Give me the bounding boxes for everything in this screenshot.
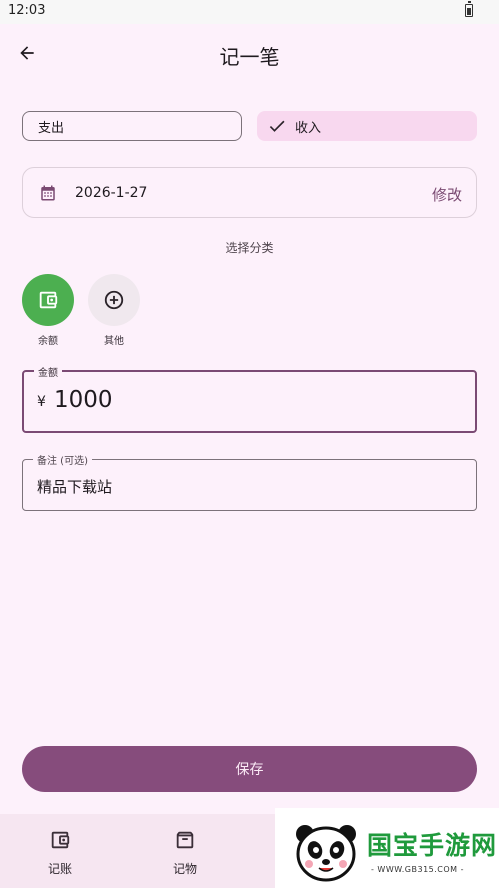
category-section-label: 选择分类 (225, 241, 274, 255)
wallet-icon (51, 831, 70, 849)
amount-field[interactable]: 金额 ¥ 1000 (22, 364, 477, 433)
panda-logo-icon (296, 825, 356, 882)
watermark: 国宝手游网 - WWW.GB315.COM - (275, 808, 499, 888)
amount-label: 金额 (34, 364, 62, 379)
app-bar: 记一笔 (0, 24, 499, 84)
status-bar: 12:03 (0, 0, 499, 24)
nav-label: 记物 (172, 862, 197, 876)
note-label: 备注 (可选) (33, 452, 92, 467)
page-title: 记一笔 (219, 45, 280, 69)
wallet-icon (39, 291, 58, 309)
category-item-balance[interactable]: 余额 (22, 274, 74, 347)
archive-icon (176, 831, 194, 849)
expense-label: 支出 (38, 120, 65, 136)
status-time: 12:03 (8, 3, 46, 18)
income-toggle[interactable]: 收入 (257, 111, 477, 141)
add-circle-icon (104, 290, 124, 310)
watermark-url: - WWW.GB315.COM - (371, 865, 464, 874)
category-circle (22, 274, 74, 326)
watermark-text: 国宝手游网 (367, 831, 498, 860)
battery-icon (465, 1, 473, 17)
amount-input[interactable]: 1000 (54, 387, 113, 413)
nav-label: 记账 (47, 862, 72, 876)
income-label: 收入 (295, 120, 322, 136)
expense-toggle[interactable]: 支出 (22, 111, 242, 141)
currency-symbol: ¥ (37, 394, 46, 410)
note-field[interactable]: 备注 (可选) 精品下载站 (22, 452, 477, 511)
category-label: 余额 (38, 336, 58, 347)
date-card: 2026-1-27 修改 (22, 167, 477, 218)
calendar-icon (41, 185, 55, 201)
check-icon (269, 120, 285, 132)
date-value: 2026-1-27 (75, 185, 148, 201)
category-item-other[interactable]: 其他 (88, 274, 140, 347)
save-button[interactable]: 保存 (22, 746, 477, 792)
edit-date-button[interactable]: 修改 (432, 184, 462, 205)
nav-item-ledger[interactable]: 记账 (0, 814, 120, 888)
category-circle (88, 274, 140, 326)
category-label: 其他 (104, 336, 124, 347)
note-input[interactable]: 精品下载站 (37, 476, 112, 497)
nav-item-items[interactable]: 记物 (125, 814, 245, 888)
